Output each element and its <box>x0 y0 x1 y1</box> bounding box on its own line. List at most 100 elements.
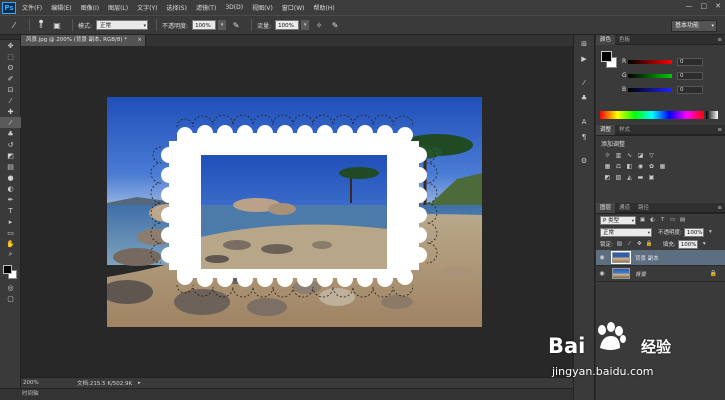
tab-channels[interactable]: 通道 <box>615 203 634 213</box>
pressure-size-icon[interactable]: ✎ <box>329 19 341 31</box>
red-channel-slider[interactable] <box>628 59 672 64</box>
minimize-button[interactable]: — <box>686 2 693 10</box>
panel-menu-icon[interactable]: ≡ <box>717 127 725 133</box>
blue-channel-input[interactable]: 0 <box>677 85 703 94</box>
blue-channel-slider[interactable] <box>628 87 672 92</box>
green-channel-input[interactable]: 0 <box>677 71 703 80</box>
zoom-level[interactable]: 200% <box>21 380 47 386</box>
maximize-button[interactable]: □ <box>701 2 708 10</box>
history-panel-icon[interactable]: ⊞ <box>577 38 591 50</box>
path-select-tool-icon[interactable]: ▸ <box>0 216 21 227</box>
brush-panel-toggle-icon[interactable]: ▣ <box>51 19 63 31</box>
menu-edit[interactable]: 编辑(E) <box>51 3 71 12</box>
brush-tool-icon[interactable]: ⁄ <box>0 117 21 128</box>
visibility-eye-icon[interactable]: ◉ <box>596 270 608 277</box>
crop-tool-icon[interactable]: ⊡ <box>0 84 21 95</box>
foreground-color-swatch[interactable] <box>601 51 612 62</box>
history-brush-tool-icon[interactable]: ↺ <box>0 139 21 150</box>
clone-stamp-tool-icon[interactable]: ♣ <box>0 128 21 139</box>
menu-help[interactable]: 帮助(H) <box>314 3 335 12</box>
lock-image-icon[interactable]: ⁄ <box>626 241 633 248</box>
character-panel-icon[interactable]: A <box>577 116 591 128</box>
color-balance-icon[interactable]: ⚖ <box>615 163 622 170</box>
foreground-color-swatch[interactable] <box>3 265 12 274</box>
menu-3d[interactable]: 3D(D) <box>225 4 243 11</box>
opacity-slider-toggle[interactable]: ▾ <box>218 20 227 30</box>
tab-paths[interactable]: 路径 <box>634 203 653 213</box>
layer-row-background[interactable]: ◉ 背景 🔒 <box>596 266 725 282</box>
layer-filter-select[interactable]: P 类型 ▾ <box>600 215 636 225</box>
hue-saturation-icon[interactable]: ▦ <box>604 163 611 170</box>
levels-icon[interactable]: ▥ <box>615 152 622 159</box>
document-canvas[interactable] <box>107 97 482 327</box>
brush-panel-icon[interactable]: ⁄ <box>577 77 591 89</box>
tab-styles[interactable]: 样式 <box>615 125 634 135</box>
channel-mixer-icon[interactable]: ✿ <box>648 163 655 170</box>
close-button[interactable]: ✕ <box>715 2 721 10</box>
dodge-tool-icon[interactable]: ◐ <box>0 183 21 194</box>
chevron-down-icon[interactable]: ▾ <box>707 229 714 236</box>
green-channel-slider[interactable] <box>628 73 672 78</box>
brush-preset-picker[interactable]: ● 8 <box>35 19 47 31</box>
threshold-icon[interactable]: ◭ <box>626 174 633 181</box>
posterize-icon[interactable]: ▨ <box>615 174 622 181</box>
filter-pixel-icon[interactable]: ▣ <box>639 217 646 224</box>
opacity-input[interactable]: 100% <box>192 20 217 30</box>
pressure-opacity-icon[interactable]: ✎ <box>230 19 242 31</box>
quick-mask-icon[interactable]: ◎ <box>0 282 21 293</box>
close-tab-icon[interactable]: × <box>137 35 142 46</box>
menu-filter[interactable]: 滤镜(T) <box>196 3 216 12</box>
flow-slider-toggle[interactable]: ▾ <box>301 20 310 30</box>
mode-select[interactable]: 正常 ▾ <box>96 20 149 30</box>
tab-layers[interactable]: 图层 <box>596 202 616 213</box>
chevron-down-icon[interactable]: ▾ <box>701 241 708 248</box>
visibility-eye-icon[interactable]: ◉ <box>596 254 608 261</box>
filter-shape-icon[interactable]: ▭ <box>669 217 676 224</box>
quick-select-tool-icon[interactable]: ✐ <box>0 73 21 84</box>
actions-panel-icon[interactable]: ▶ <box>577 53 591 65</box>
eraser-tool-icon[interactable]: ◩ <box>0 150 21 161</box>
canvas-area[interactable] <box>21 46 573 377</box>
color-lookup-icon[interactable]: ▦ <box>659 163 666 170</box>
paragraph-panel-icon[interactable]: ¶ <box>577 131 591 143</box>
lock-all-icon[interactable]: 🔒 <box>646 241 653 248</box>
exposure-icon[interactable]: ◪ <box>637 152 644 159</box>
black-white-icon[interactable]: ◧ <box>626 163 633 170</box>
lasso-tool-icon[interactable]: ʘ <box>0 62 21 73</box>
gradient-tool-icon[interactable]: ▤ <box>0 161 21 172</box>
color-spectrum[interactable] <box>600 111 718 119</box>
menu-type[interactable]: 文字(Y) <box>137 3 157 12</box>
invert-icon[interactable]: ◩ <box>604 174 611 181</box>
clone-source-panel-icon[interactable]: ♣ <box>577 92 591 104</box>
blur-tool-icon[interactable]: ● <box>0 172 21 183</box>
shape-tool-icon[interactable]: ▭ <box>0 227 21 238</box>
menu-window[interactable]: 窗口(W) <box>282 3 305 12</box>
menu-image[interactable]: 图像(I) <box>81 3 99 12</box>
selective-color-icon[interactable]: ▣ <box>648 174 655 181</box>
filter-adjustment-icon[interactable]: ◐ <box>649 217 656 224</box>
zoom-tool-icon[interactable]: ⌕ <box>0 249 21 260</box>
menu-view[interactable]: 视图(V) <box>252 3 273 12</box>
menu-select[interactable]: 选择(S) <box>166 3 187 12</box>
marquee-tool-icon[interactable]: ⬚ <box>0 51 21 62</box>
fill-input[interactable]: 100% <box>677 239 698 249</box>
vibrance-icon[interactable]: ▽ <box>648 152 655 159</box>
panel-menu-icon[interactable]: ≡ <box>717 37 725 43</box>
airbrush-icon[interactable]: ✧ <box>313 19 325 31</box>
flow-input[interactable]: 100% <box>275 20 300 30</box>
lock-transparent-icon[interactable]: ▨ <box>616 241 623 248</box>
blend-mode-select[interactable]: 正常 ▾ <box>600 227 652 237</box>
hand-tool-icon[interactable]: ✋ <box>0 238 21 249</box>
filter-type-icon[interactable]: T <box>659 217 666 224</box>
status-menu-arrow-icon[interactable]: ▸ <box>138 380 141 386</box>
pen-tool-icon[interactable]: ✒ <box>0 194 21 205</box>
workspace-switcher[interactable]: 基本功能 ▾ <box>671 20 717 32</box>
brush-tool-icon[interactable]: ⁄ <box>8 19 20 31</box>
tab-adjustments[interactable]: 调整 <box>596 124 616 135</box>
gradient-map-icon[interactable]: ▬ <box>637 174 644 181</box>
tab-color[interactable]: 颜色 <box>596 34 616 45</box>
photo-filter-icon[interactable]: ◉ <box>637 163 644 170</box>
type-tool-icon[interactable]: T <box>0 205 21 216</box>
tool-presets-panel-icon[interactable]: ⚙ <box>577 155 591 167</box>
healing-brush-tool-icon[interactable]: ✚ <box>0 106 21 117</box>
